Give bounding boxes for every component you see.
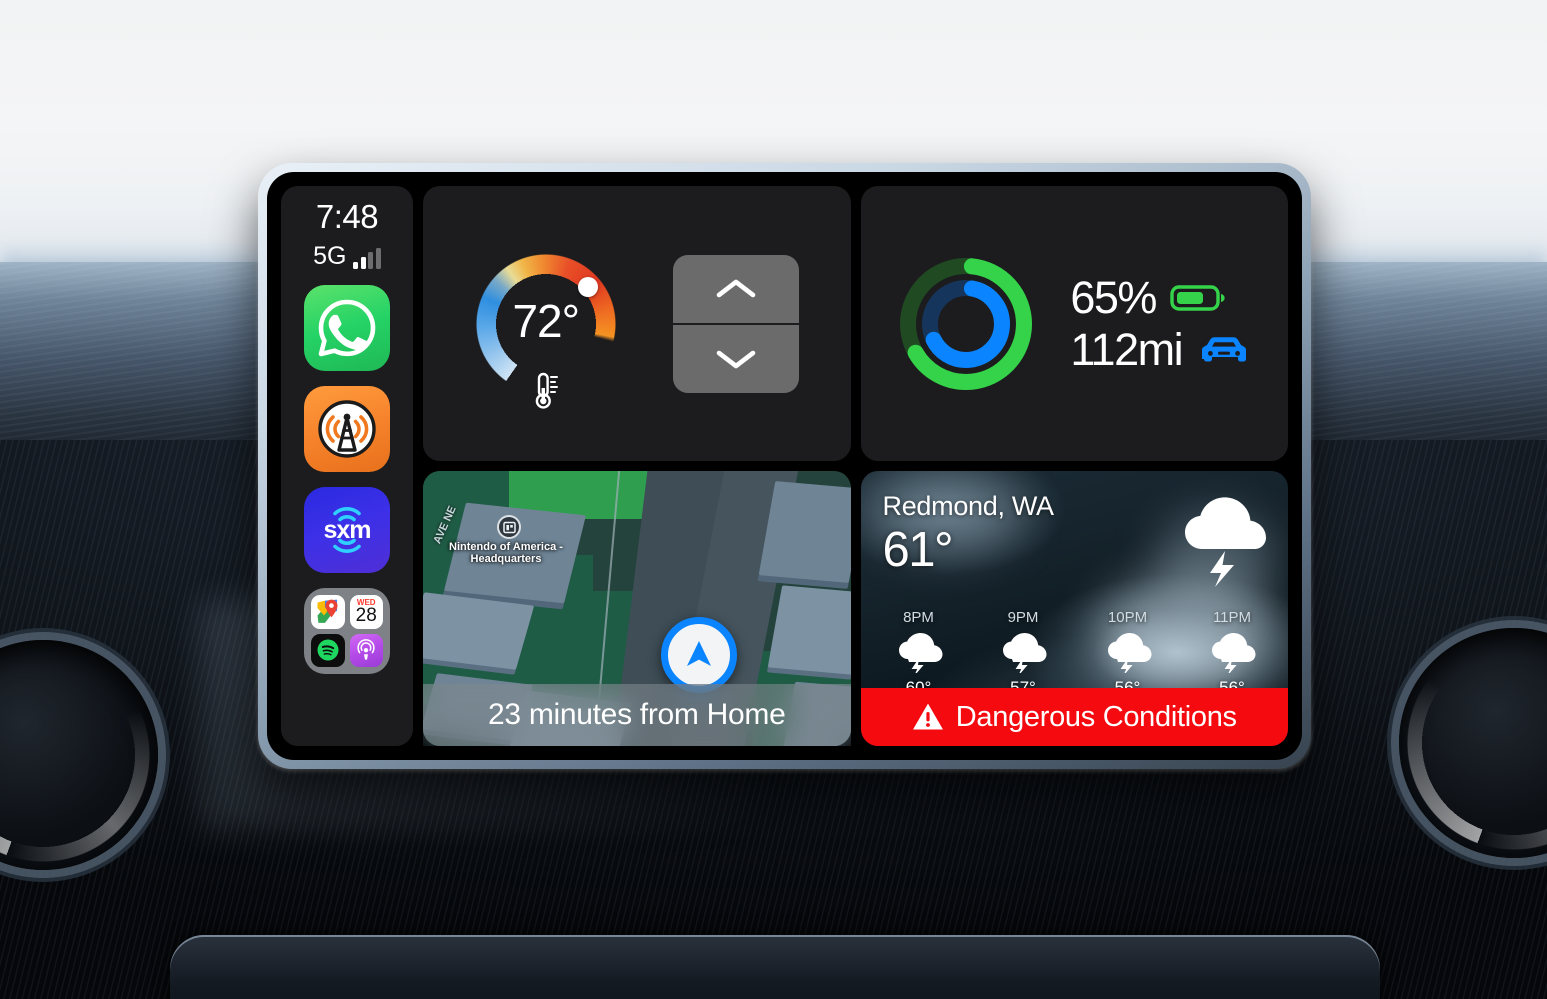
network-type-label: 5G <box>313 242 347 270</box>
app-icon-radio[interactable] <box>304 386 390 472</box>
spotify-icon <box>317 639 339 661</box>
chevron-down-icon <box>716 350 756 368</box>
map-building <box>423 592 535 670</box>
charge-ring-graphic <box>900 257 1033 390</box>
hour-label: 10PM <box>1107 609 1148 626</box>
folder-app-spotify[interactable] <box>311 633 345 667</box>
map-building <box>758 481 851 583</box>
podcasts-icon <box>357 639 375 660</box>
whatsapp-icon <box>318 299 376 357</box>
thunderstorm-icon <box>1107 633 1151 673</box>
status-clock: 7:48 <box>315 198 379 235</box>
folder-app-google-maps[interactable] <box>311 595 345 629</box>
temperature-stepper[interactable] <box>672 254 799 393</box>
temperature-dial[interactable]: 72° <box>474 252 617 409</box>
app-icon-sxm[interactable]: sxm <box>304 487 390 573</box>
thunderstorm-icon <box>1003 633 1047 673</box>
car-icon <box>1202 336 1247 361</box>
calendar-day: 28 <box>355 605 377 627</box>
hourly-forecast: 8PM 60° 9PM 57° <box>881 609 1271 698</box>
app-folder[interactable]: WED 28 <box>304 588 390 674</box>
range-readout: 112mi <box>1070 327 1252 372</box>
navigation-puck[interactable] <box>661 617 737 693</box>
folder-app-calendar[interactable]: WED 28 <box>349 595 383 629</box>
status-network: 5G <box>313 244 381 269</box>
temperature-decrease-button[interactable] <box>673 325 799 393</box>
range-miles: 112mi <box>1070 324 1183 375</box>
battery-percent: 65% <box>1070 272 1157 323</box>
thunderstorm-icon <box>898 633 942 673</box>
building-icon <box>502 521 516 533</box>
map-poi-badge[interactable] <box>497 515 521 539</box>
radio-tower-icon <box>318 400 376 458</box>
weather-alert-banner[interactable]: Dangerous Conditions <box>860 688 1288 746</box>
battery-readout: 65% <box>1070 275 1252 320</box>
weather-condition-icon <box>1176 487 1272 592</box>
thunderstorm-icon <box>1185 497 1266 587</box>
temperature-increase-button[interactable] <box>673 255 799 323</box>
maps-widget[interactable]: AVE NE Nintendo of America - Headquarter… <box>423 471 851 746</box>
sxm-icon: sxm <box>323 507 372 553</box>
infotainment-screen-bezel: 7:48 5G sxm WED 28 72° 65% 112mi AVE NE … <box>258 163 1311 769</box>
thunderstorm-icon <box>1212 633 1256 673</box>
weather-alert-text: Dangerous Conditions <box>955 700 1237 733</box>
hourly-forecast-item: 8PM 60° <box>881 609 957 698</box>
infotainment-display: 7:48 5G sxm WED 28 72° 65% 112mi AVE NE … <box>267 172 1302 760</box>
eta-caption: 23 minutes from Home <box>423 684 851 746</box>
air-vent-right <box>1391 620 1547 866</box>
ev-readouts: 65% 112mi <box>1070 275 1252 372</box>
carplay-dashboard: 7:48 5G sxm WED 28 72° 65% 112mi AVE NE … <box>281 186 1288 746</box>
map-poi-label: Nintendo of America - Headquarters <box>449 541 563 565</box>
weather-widget[interactable]: Redmond, WA 61° 8PM 60° <box>860 471 1288 746</box>
ev-charge-widget[interactable]: 65% 112mi <box>860 186 1288 461</box>
app-dock: sxm WED 28 <box>304 285 390 674</box>
navigation-arrow-icon <box>687 641 711 666</box>
air-vent-left <box>0 632 166 878</box>
chevron-up-icon <box>716 279 756 297</box>
hourly-forecast-item: 10PM 56° <box>1090 609 1166 698</box>
thermometer-icon <box>535 372 558 409</box>
widget-grid: 72° 65% 112mi AVE NE Nintendo of America… <box>423 186 1288 746</box>
hour-label: 8PM <box>903 609 934 626</box>
charge-rings <box>896 254 1036 394</box>
map-building <box>767 585 851 675</box>
hour-label: 9PM <box>1007 609 1039 626</box>
warning-triangle-icon <box>912 703 943 730</box>
battery-icon <box>1170 284 1225 311</box>
hourly-forecast-item: 11PM 56° <box>1194 609 1270 698</box>
app-icon-whatsapp[interactable] <box>304 285 390 371</box>
climate-widget[interactable]: 72° <box>423 186 851 461</box>
hour-label: 11PM <box>1212 609 1252 626</box>
center-console-trim <box>170 935 1380 999</box>
carplay-sidebar: 7:48 5G sxm WED 28 <box>281 186 413 746</box>
svg-text:sxm: sxm <box>323 516 370 544</box>
folder-app-podcasts[interactable] <box>349 633 383 667</box>
signal-strength-icon <box>353 248 381 269</box>
hourly-forecast-item: 9PM 57° <box>985 609 1061 698</box>
google-maps-icon <box>317 599 338 623</box>
